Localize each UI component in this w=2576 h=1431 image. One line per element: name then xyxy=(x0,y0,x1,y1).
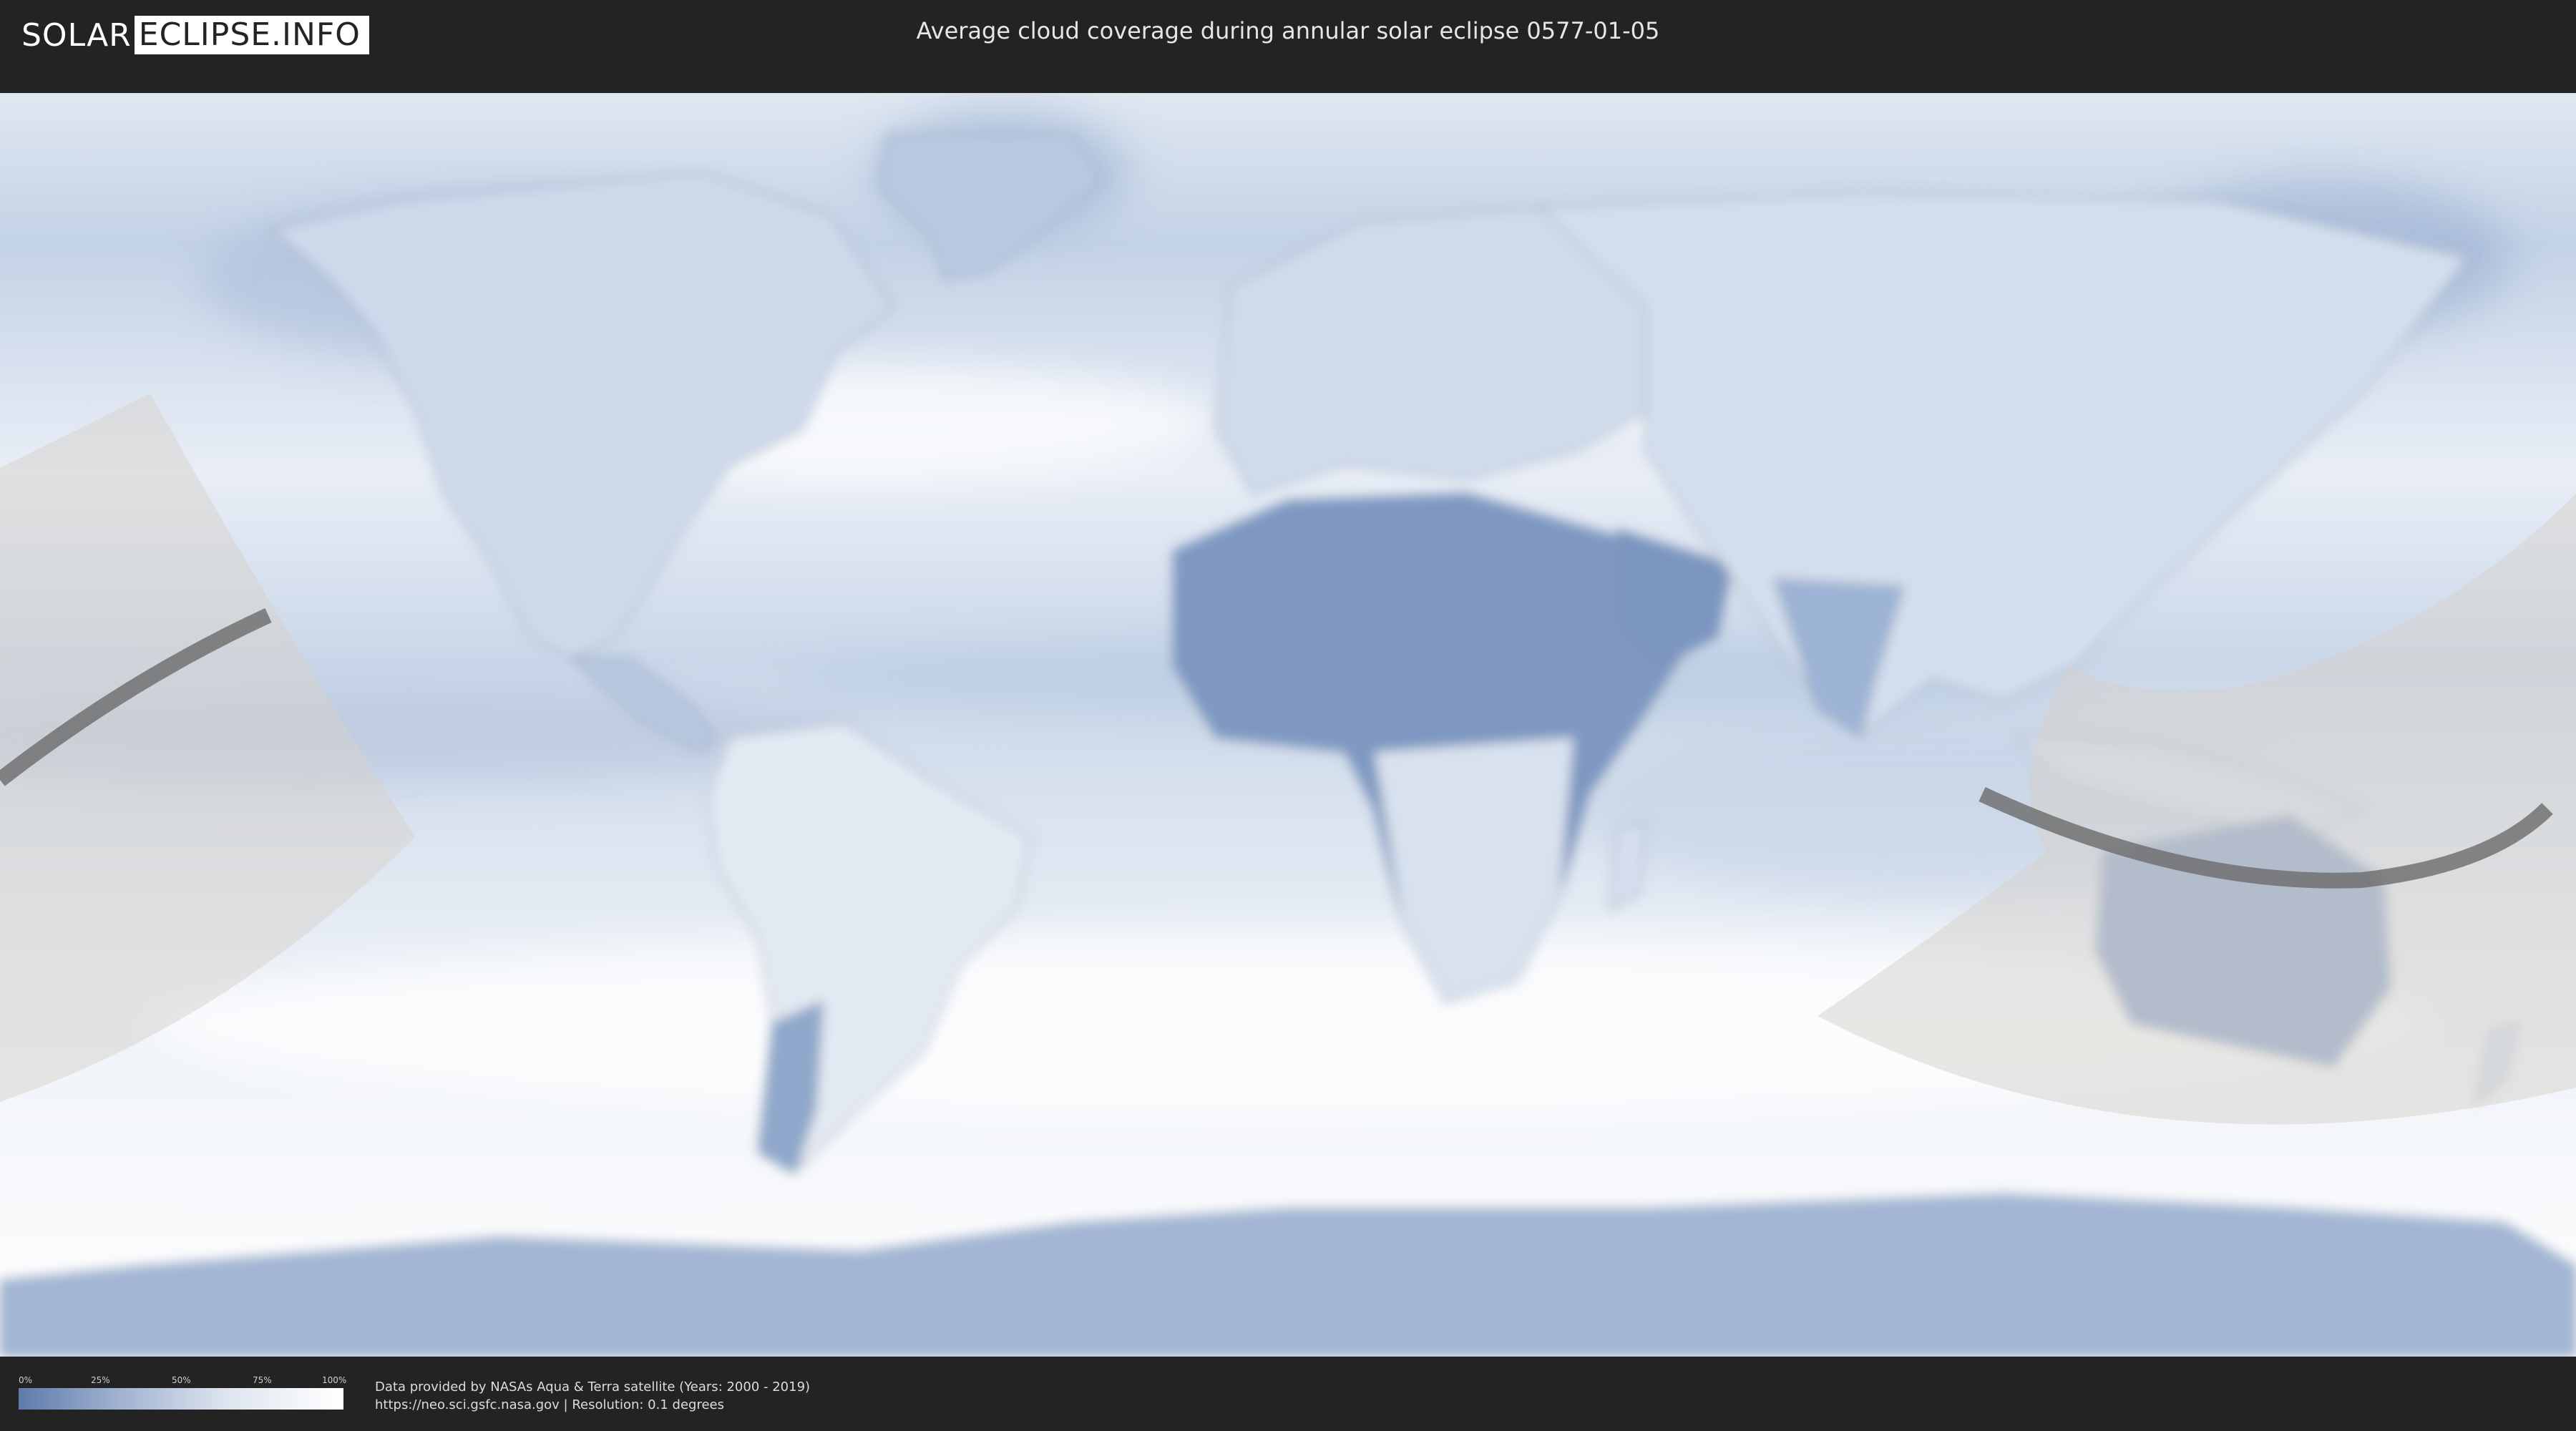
data-credits: Data provided by NASAs Aqua & Terra sate… xyxy=(375,1378,810,1414)
legend-tick-50: 50% xyxy=(172,1375,191,1385)
legend-tick-100: 100% xyxy=(322,1375,347,1385)
legend-tick-25: 25% xyxy=(91,1375,110,1385)
cloud-coverage-map xyxy=(0,93,2576,1357)
legend-tick-75: 75% xyxy=(253,1375,272,1385)
cloud-coverage-legend: 0% 25% 50% 75% 100% xyxy=(19,1375,347,1410)
credits-url-resolution[interactable]: https://neo.sci.gsfc.nasa.gov | Resoluti… xyxy=(375,1396,810,1414)
legend-tick-0: 0% xyxy=(19,1375,33,1385)
page-title: Average cloud coverage during annular so… xyxy=(916,17,1660,44)
legend-color-bar xyxy=(19,1388,343,1410)
credits-source: Data provided by NASAs Aqua & Terra sate… xyxy=(375,1379,811,1395)
header-bar: SOLAR ECLIPSE.INFO Average cloud coverag… xyxy=(0,0,2576,70)
legend-tick-row: 0% 25% 50% 75% 100% xyxy=(19,1375,347,1388)
